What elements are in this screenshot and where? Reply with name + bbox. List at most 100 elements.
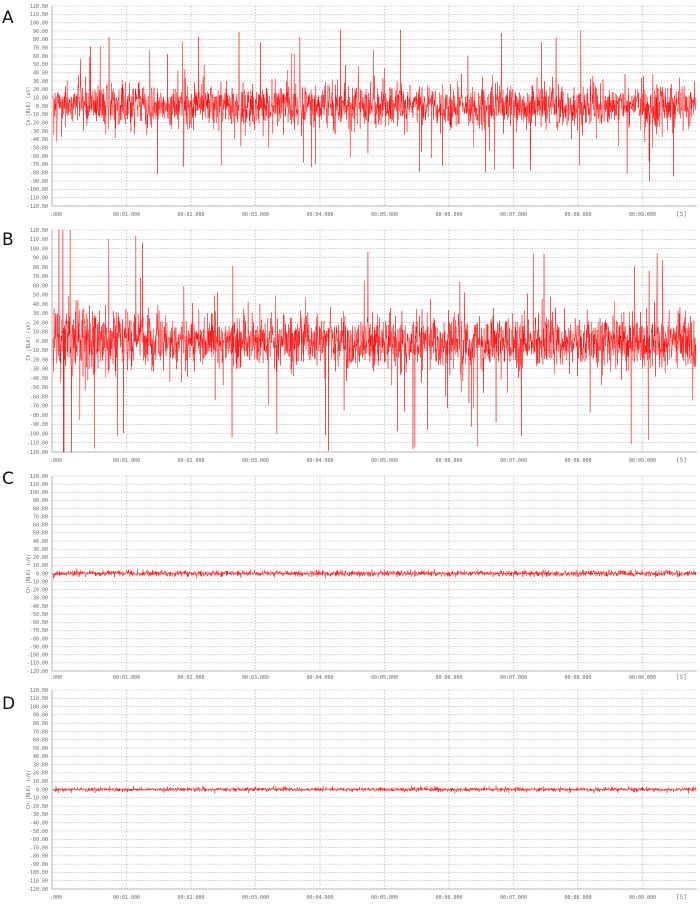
x-tick-label: 00:03.000 [242, 895, 269, 901]
eeg-chart-c: 120.00 110.00 100.00 90.00 80.00 70.00 60.00 50… [26, 474, 697, 681]
y-tick-label: -50.00 [30, 385, 48, 391]
y-tick-label: 40.00 [33, 70, 48, 76]
y-tick-label: 0.00 [36, 787, 48, 793]
x-tick-label: 00:08.000 [564, 675, 591, 681]
x-tick-label: 00:03.000 [242, 458, 269, 464]
y-axis-label: Ch.(BLK) (uV) [26, 554, 32, 593]
y-tick-label: 60.00 [33, 54, 48, 60]
y-tick-label: 110.00 [30, 482, 48, 488]
x-tick-label: 00:05.000 [371, 212, 398, 218]
y-tick-label: -90.00 [30, 422, 48, 428]
y-tick-label: 80.00 [33, 265, 48, 271]
x-tick-label: 00:01.000 [113, 212, 140, 218]
y-tick-label: -110.00 [27, 661, 48, 667]
y-tick-label: -110.00 [27, 441, 48, 447]
y-tick-label: 10.00 [33, 563, 48, 569]
y-tick-label: -60.00 [30, 394, 48, 400]
y-tick-label: -60.00 [30, 837, 48, 843]
x-unit-label: [S] [676, 457, 687, 464]
y-tick-label: -30.00 [30, 596, 48, 602]
y-tick-label: -10.00 [30, 112, 48, 118]
x-tick-label: 00:06.000 [435, 458, 462, 464]
y-tick-label: 10.00 [33, 779, 48, 785]
x-unit-label: [S] [676, 211, 687, 218]
eeg-chart-b: 120.00 110.00 100.00 90.00 80.00 70.00 60.00 50… [26, 228, 697, 464]
y-tick-label: 70.00 [33, 274, 48, 280]
y-tick-label: 120.00 [30, 688, 48, 694]
x-tick-label: 00:05.000 [371, 895, 398, 901]
y-axis-label: Ch.(BLK) (uV) [26, 321, 32, 360]
x-tick-label: 00:09.000 [629, 895, 656, 901]
x-tick-label: 00:06.000 [435, 895, 462, 901]
y-tick-label: -10.00 [30, 348, 48, 354]
y-tick-label: -70.00 [30, 404, 48, 410]
y-tick-label: -50.00 [30, 145, 48, 151]
y-tick-label: -120.00 [27, 450, 48, 456]
x-tick-label: 00:04.000 [306, 675, 333, 681]
y-tick-label: -100.00 [27, 431, 48, 437]
x-tick-label: 00:01.000 [113, 458, 140, 464]
eeg-signal-trace [52, 568, 697, 579]
y-tick-label: 30.00 [33, 79, 48, 85]
y-tick-label: -30.00 [30, 129, 48, 135]
y-tick-label: -120.00 [27, 887, 48, 893]
y-tick-label: -40.00 [30, 376, 48, 382]
y-tick-label: 0.00 [36, 339, 48, 345]
panel-a: A 120.00 110.00 100.00 90.00 80.00 70.00 60.00… [0, 0, 700, 226]
y-tick-label: 50.00 [33, 293, 48, 299]
y-tick-label: 100.00 [30, 704, 48, 710]
x-tick-label: 00:02.000 [177, 895, 204, 901]
x-unit-label: [S] [676, 894, 687, 901]
x-tick-label: .000 [50, 675, 62, 681]
x-tick-label: 00:03.000 [242, 675, 269, 681]
x-tick-label: 00:07.000 [500, 895, 527, 901]
y-tick-label: -60.00 [30, 620, 48, 626]
y-tick-label: -70.00 [30, 162, 48, 168]
y-tick-label: 60.00 [33, 738, 48, 744]
y-tick-label: 10.00 [33, 330, 48, 336]
y-tick-label: 0.00 [36, 571, 48, 577]
y-tick-label: -30.00 [30, 812, 48, 818]
y-tick-label: 120.00 [30, 228, 48, 234]
y-tick-label: -120.00 [27, 669, 48, 675]
y-tick-label: -10.00 [30, 796, 48, 802]
y-tick-label: 0.00 [36, 104, 48, 110]
y-tick-label: 110.00 [30, 696, 48, 702]
y-axis-label: Ch.(BLK) (uV) [26, 770, 32, 809]
x-tick-label: .000 [50, 212, 62, 218]
x-tick-label: 00:08.000 [564, 458, 591, 464]
x-tick-label: 00:04.000 [306, 458, 333, 464]
x-tick-label: .000 [50, 895, 62, 901]
x-tick-label: 00:08.000 [564, 212, 591, 218]
y-tick-label: 100.00 [30, 490, 48, 496]
x-tick-label: 00:07.000 [500, 458, 527, 464]
y-tick-label: -40.00 [30, 820, 48, 826]
y-tick-label: -50.00 [30, 829, 48, 835]
y-tick-label: 70.00 [33, 729, 48, 735]
y-tick-label: -120.00 [27, 204, 48, 210]
y-tick-label: -100.00 [27, 870, 48, 876]
y-tick-label: 60.00 [33, 523, 48, 529]
y-tick-label: 80.00 [33, 721, 48, 727]
panel-c: C 120.00 110.00 100.00 90.00 80.00 70.00 60.00… [0, 469, 700, 684]
x-tick-label: 00:05.000 [371, 675, 398, 681]
y-tick-label: 20.00 [33, 87, 48, 93]
y-tick-label: 70.00 [33, 514, 48, 520]
y-tick-label: 50.00 [33, 531, 48, 537]
x-tick-label: 00:08.000 [564, 895, 591, 901]
x-tick-label: 00:04.000 [306, 895, 333, 901]
y-tick-label: -90.00 [30, 862, 48, 868]
y-tick-label: 90.00 [33, 256, 48, 262]
y-tick-label: -40.00 [30, 137, 48, 143]
x-tick-label: 00:06.000 [435, 675, 462, 681]
y-axis-label: Ch.(BLK) (uV) [26, 86, 32, 125]
eeg-signal-trace [52, 229, 697, 453]
y-tick-label: 120.00 [30, 4, 48, 10]
y-tick-label: 60.00 [33, 283, 48, 289]
x-tick-label: 00:01.000 [113, 895, 140, 901]
x-tick-label: 00:09.000 [629, 458, 656, 464]
y-tick-label: 110.00 [30, 12, 48, 18]
y-tick-label: 20.00 [33, 555, 48, 561]
x-tick-label: 00:05.000 [371, 458, 398, 464]
y-tick-label: 40.00 [33, 754, 48, 760]
